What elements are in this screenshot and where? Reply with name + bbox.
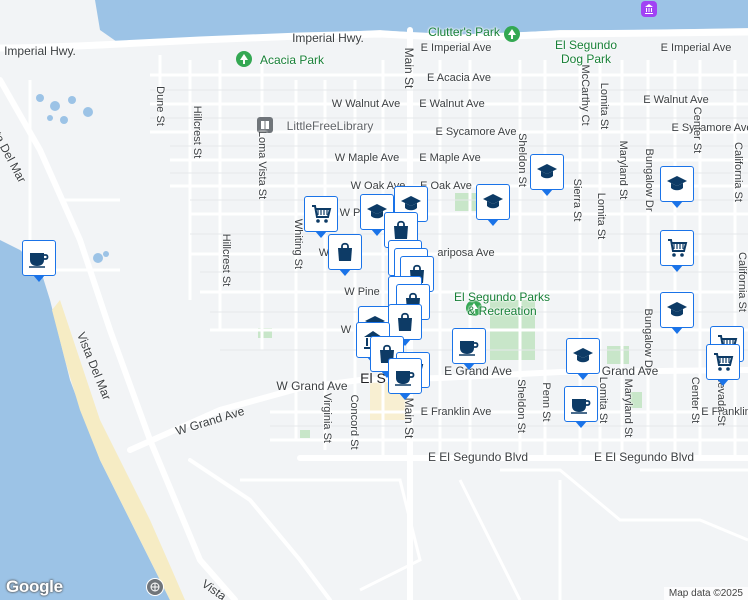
shopping-cart-icon: [714, 353, 734, 371]
coffee-cup-icon: [29, 253, 49, 268]
street-label: E Imperial Ave: [420, 42, 492, 54]
graduation-cap-icon: [573, 348, 593, 363]
street-label: E Maple Ave: [419, 152, 481, 164]
street-label: Sierra St: [571, 178, 583, 222]
street-label: Whiting St: [292, 218, 304, 270]
street-label: Penn St: [540, 382, 552, 422]
street-label: California St: [732, 142, 744, 202]
street-label: Center St: [689, 376, 701, 424]
shopping-cart-marker[interactable]: [304, 196, 338, 238]
street-label: Maryland St: [622, 378, 634, 438]
place-label-parks-recreation[interactable]: El Segundo Parks & Recreation: [454, 290, 550, 318]
street-label: McCarthy Ct: [579, 64, 591, 126]
street-label: Lomita St: [597, 376, 609, 424]
place-label-acacia-park[interactable]: Acacia Park: [260, 53, 324, 67]
street-label: Lomita St: [595, 192, 607, 240]
street-label: E Acacia Ave: [426, 72, 492, 84]
street-label: E Grand Ave: [444, 364, 512, 378]
street-label: Bungalow Dr: [643, 148, 655, 212]
museum-icon: [641, 1, 657, 17]
school-marker[interactable]: [660, 292, 694, 334]
street-label: Hillcrest St: [191, 105, 203, 159]
shopping-cart-marker[interactable]: [706, 344, 740, 386]
street-label: W P: [339, 207, 361, 219]
street-label: E Walnut Ave: [419, 98, 485, 110]
street-label: E Franklin Ave: [420, 406, 492, 418]
street-label: Bungalow Dr: [642, 308, 654, 372]
street-label: Maryland St: [617, 140, 629, 200]
map-canvas[interactable]: Imperial Hwy. Imperial Hwy. E Imperial A…: [0, 0, 748, 600]
shopping-cart-icon: [312, 205, 332, 223]
street-label: Sheldon St: [516, 133, 528, 187]
street-label: Concord St: [348, 394, 360, 450]
street-label: E Imperial Ave: [660, 42, 732, 54]
coffee-marker[interactable]: [388, 358, 422, 400]
graduation-cap-icon: [667, 302, 687, 317]
coffee-marker[interactable]: [452, 328, 486, 370]
place-label-library[interactable]: LittleFreeLibrary: [287, 119, 374, 133]
coffee-cup-icon: [459, 341, 479, 356]
school-marker[interactable]: [566, 338, 600, 380]
street-label: W Walnut Ave: [331, 98, 401, 110]
graduation-cap-icon: [483, 194, 503, 209]
street-label: Main St: [402, 47, 416, 89]
street-label: W Grand Ave: [276, 379, 348, 393]
shopping-bag-marker[interactable]: [388, 304, 422, 346]
school-marker[interactable]: [530, 154, 564, 196]
street-label: California St: [736, 252, 748, 312]
street-label: Virginia St: [321, 393, 333, 443]
street-label: W Pine: [344, 286, 380, 298]
shopping-bag-icon: [398, 312, 412, 331]
park-tree-icon: [504, 26, 520, 42]
street-label: Hillcrest St: [220, 233, 232, 287]
street-label: ariposa Ave: [437, 247, 495, 259]
street-label: E Sycamore Ave: [435, 126, 517, 138]
street-label: Lomita St: [598, 82, 610, 130]
google-logo: Google: [6, 577, 63, 596]
street-label: Main St: [402, 397, 416, 439]
street-label: E Walnut Ave: [643, 94, 709, 106]
school-marker[interactable]: [660, 166, 694, 208]
coffee-cup-icon: [571, 399, 591, 414]
graduation-cap-icon: [537, 164, 557, 179]
shopping-cart-icon: [668, 239, 688, 257]
shopping-bag-icon: [394, 220, 408, 239]
school-marker[interactable]: [476, 184, 510, 226]
park-tree-icon: [236, 51, 252, 67]
street-label: Imperial Hwy.: [292, 31, 364, 45]
map-attribution[interactable]: Map data ©2025: [663, 587, 748, 600]
place-label-dog-park[interactable]: El Segundo Dog Park: [555, 38, 617, 66]
graduation-cap-icon: [667, 176, 687, 191]
street-label: E El Segundo Blvd: [427, 450, 529, 464]
coffee-marker[interactable]: [22, 240, 56, 282]
coffee-cup-icon: [395, 371, 415, 386]
street-label: Loma Vista St: [256, 130, 268, 200]
place-label-clutters-park[interactable]: Clutter's Park: [428, 25, 500, 39]
street-label: Imperial Hwy.: [4, 44, 76, 58]
street-label: Dune St: [154, 86, 166, 126]
street-label: E Sycamore Ave: [671, 122, 748, 134]
shopping-cart-marker[interactable]: [660, 230, 694, 272]
coffee-marker[interactable]: [564, 386, 598, 428]
street-label: W: [340, 324, 352, 336]
street-label: E El Segundo Blvd: [593, 450, 695, 464]
street-label: W Maple Ave: [334, 152, 400, 164]
street-label: Center St: [691, 106, 703, 154]
shopping-bag-icon: [338, 242, 352, 261]
street-label: Sheldon St: [515, 379, 527, 433]
globe-icon: [146, 578, 164, 596]
shopping-bag-marker[interactable]: [328, 234, 362, 276]
map-base-layer: [0, 0, 748, 600]
